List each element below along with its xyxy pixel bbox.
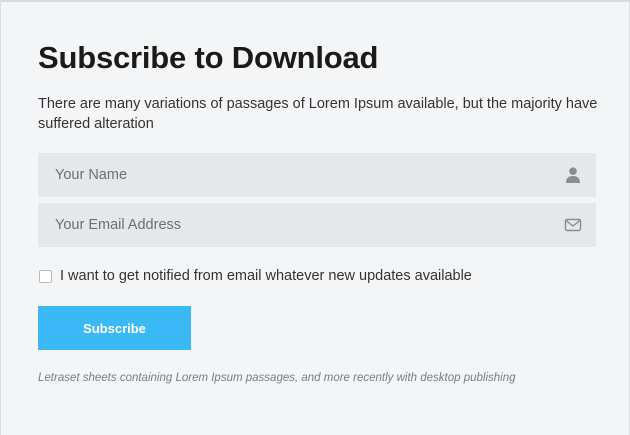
page-title: Subscribe to Download bbox=[38, 40, 379, 75]
email-field[interactable] bbox=[38, 203, 596, 247]
user-icon bbox=[564, 166, 582, 184]
consent-option[interactable]: I want to get notified from email whatev… bbox=[39, 266, 472, 286]
name-field[interactable] bbox=[38, 153, 596, 197]
footnote: Letraset sheets containing Lorem Ipsum p… bbox=[38, 372, 516, 384]
consent-checkbox[interactable] bbox=[39, 269, 52, 283]
email-input[interactable] bbox=[38, 203, 596, 247]
envelope-icon bbox=[564, 216, 582, 234]
subscribe-button[interactable]: Subscribe bbox=[38, 306, 191, 350]
subscribe-panel: Subscribe to Download There are many var… bbox=[0, 0, 630, 435]
consent-label: I want to get notified from email whatev… bbox=[60, 268, 472, 284]
name-input[interactable] bbox=[38, 153, 596, 197]
form-description: There are many variations of passages of… bbox=[38, 96, 598, 132]
